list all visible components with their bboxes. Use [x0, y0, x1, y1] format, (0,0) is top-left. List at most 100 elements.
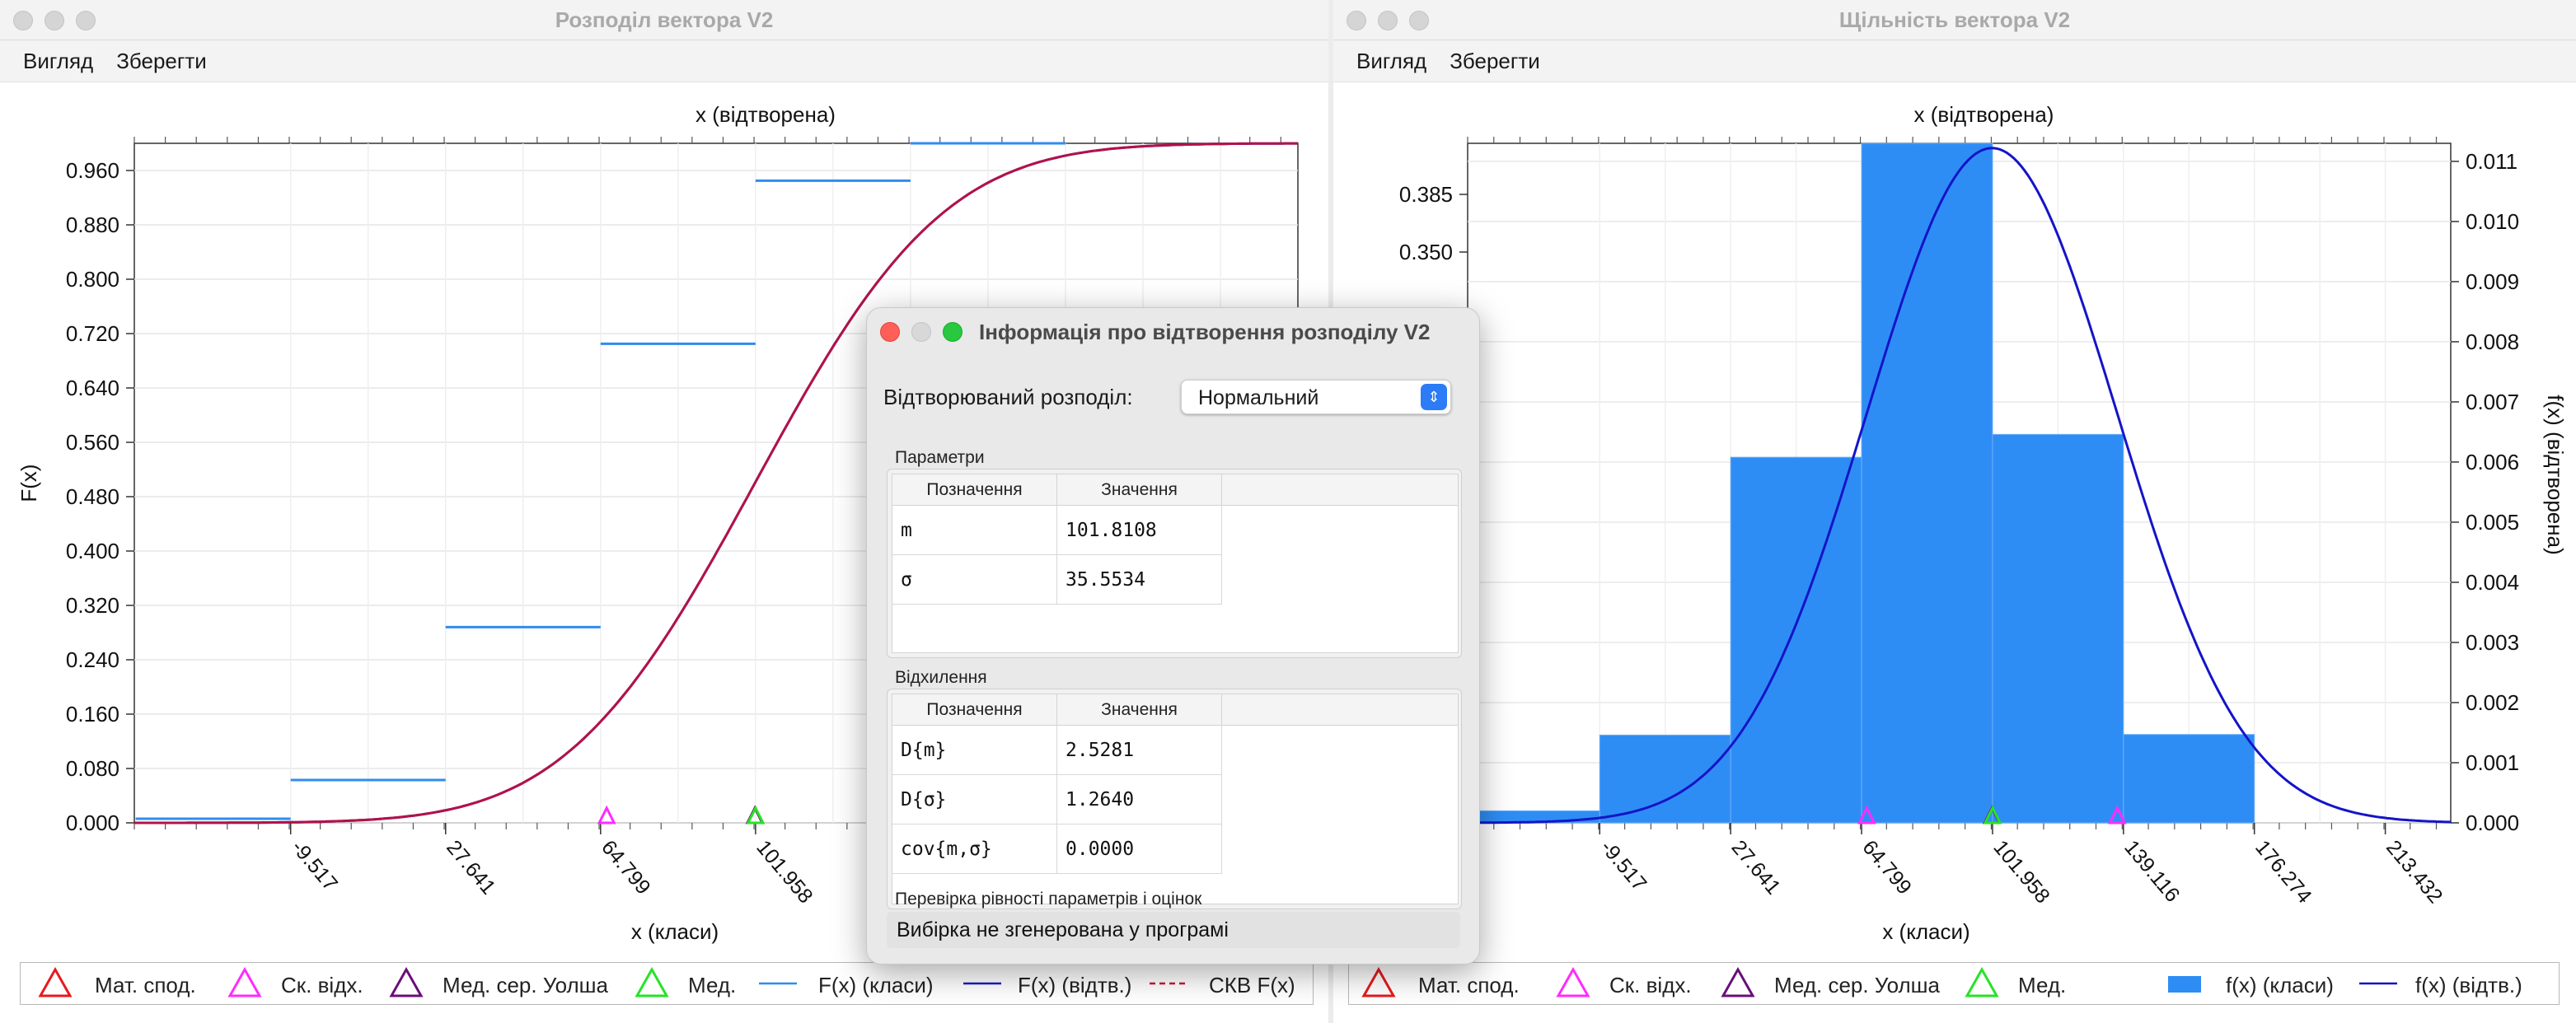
top-axis-label: x (відтворена): [696, 102, 836, 127]
legend-label: СКВ F(x): [1209, 973, 1295, 997]
legend-triangle: [227, 966, 262, 997]
x-tick-label: 101.958: [1988, 836, 2054, 908]
legend-label: F(x) (класи): [818, 973, 934, 997]
y-right-tick-label: 0.008: [2466, 329, 2519, 354]
table-row[interactable]: D{m} 2.5281: [892, 726, 1222, 775]
menu-save[interactable]: Зберегти: [1438, 40, 1552, 82]
param-symbol: σ: [892, 555, 1057, 605]
table-row[interactable]: D{σ} 1.2640: [892, 775, 1222, 824]
y-tick-label: 0.480: [66, 484, 119, 509]
triangle-symbol: [1965, 966, 1999, 997]
x-tick-label: 139.116: [2119, 836, 2184, 907]
params-group: Позначення Значення m 101.8108 σ 35.5534: [887, 469, 1462, 658]
y-tick-label: 0.560: [66, 430, 119, 455]
deviation-group-label: Відхилення: [895, 668, 987, 687]
triangle-symbol: [635, 966, 669, 997]
legend-swatch: [2168, 976, 2201, 993]
column-header-symbol[interactable]: Позначення: [892, 694, 1057, 726]
y-tick-label: 0.960: [66, 158, 119, 183]
minimize-button[interactable]: [1378, 11, 1398, 30]
x-tick-label: 64.799: [1857, 836, 1916, 899]
params-table[interactable]: Позначення Значення m 101.8108 σ 35.5534: [892, 474, 1459, 653]
x-tick-label: 64.799: [597, 836, 655, 899]
minimize-button[interactable]: [44, 11, 64, 30]
deviation-group: Позначення Значення D{m} 2.5281 D{σ} 1.2…: [887, 689, 1462, 909]
y-right-tick-label: 0.005: [2466, 510, 2519, 535]
param-value: 101.8108: [1057, 506, 1222, 555]
histogram-bar: [1992, 433, 2124, 824]
deviation-table[interactable]: Позначення Значення D{m} 2.5281 D{σ} 1.2…: [892, 694, 1459, 904]
dash-symbol: [1150, 982, 1187, 985]
dialog-title[interactable]: Інформація про відтворення розподілу V2: [867, 308, 1479, 356]
table-row[interactable]: σ 35.5534: [892, 555, 1222, 605]
y-right-tick-label: 0.006: [2466, 450, 2519, 474]
rect-symbol: [2168, 976, 2201, 993]
column-header-empty: [1222, 474, 1458, 506]
legend-label: f(x) (класи): [2226, 973, 2334, 997]
line-symbol: [2359, 982, 2397, 985]
density-chart[interactable]: 0.000 0.001 0.002 0.003 0.004 0.005 0.006 0.007…: [1333, 82, 2576, 955]
y-left-tick-label: 0.385: [1399, 182, 1453, 207]
y-right-axis-label: f(x) (відтворена): [2543, 395, 2568, 554]
window-controls: [1347, 11, 1440, 35]
deviation-symbol: cov{m,σ}: [892, 824, 1057, 874]
column-header-symbol[interactable]: Позначення: [892, 474, 1057, 506]
y-tick-label: 0.080: [66, 756, 119, 781]
deviation-value: 0.0000: [1057, 824, 1222, 874]
check-group-label: Перевірка рівності параметрів і оцінок: [895, 890, 1202, 909]
menu-view[interactable]: Вигляд: [1333, 40, 1438, 82]
y-right-tick-label: 0.004: [2466, 570, 2519, 595]
titlebar[interactable]: Розподіл вектора V2: [0, 0, 1328, 40]
y-right-tick-label: 0.009: [2466, 269, 2519, 294]
x-tick-label: 27.641: [442, 836, 500, 899]
legend-triangle: [1361, 966, 1396, 997]
distribution-select[interactable]: Нормальний ⇕: [1181, 380, 1451, 414]
x-axis-label: x (класи): [1882, 919, 1969, 944]
top-axis-label: x (відтворена): [1914, 102, 2054, 127]
triangle-symbol: [1721, 966, 1755, 997]
y-right-tick-label: 0.010: [2466, 209, 2519, 234]
y-tick-label: 0.800: [66, 267, 119, 292]
y-tick-label: 0.240: [66, 647, 119, 672]
triangle-symbol: [1361, 966, 1396, 997]
x-tick-label: 27.641: [1727, 836, 1786, 899]
y-tick-label: 0.400: [66, 539, 119, 563]
line-symbol: [963, 982, 1001, 985]
column-header-value[interactable]: Значення: [1057, 474, 1222, 506]
histogram-bar: [1730, 456, 1862, 824]
legend-label: f(x) (відтв.): [2415, 973, 2522, 997]
titlebar[interactable]: Щільність вектора V2: [1333, 0, 2576, 40]
table-row[interactable]: cov{m,σ} 0.0000: [892, 824, 1222, 874]
triangle-symbol: [389, 966, 424, 997]
y-left-tick-label: 0.350: [1399, 240, 1453, 264]
triangle-symbol: [1556, 966, 1590, 997]
menu-view[interactable]: Вигляд: [0, 40, 105, 82]
close-button[interactable]: [1347, 11, 1366, 30]
legend-triangle: [1721, 966, 1755, 997]
table-row[interactable]: m 101.8108: [892, 506, 1222, 555]
legend-label: Мат. спод.: [95, 973, 196, 997]
y-right-tick-label: 0.001: [2466, 750, 2519, 775]
window-title: Розподіл вектора V2: [555, 7, 774, 32]
column-header-value[interactable]: Значення: [1057, 694, 1222, 726]
y-tick-label: 0.880: [66, 213, 119, 237]
x-tick-label: 101.958: [752, 836, 817, 908]
legend-triangle: [635, 966, 669, 997]
menu-bar: Вигляд Зберегти: [1333, 40, 2576, 82]
y-tick-label: 0.160: [66, 702, 119, 726]
distribution-label: Відтворюваний розподіл:: [883, 385, 1133, 409]
x-tick-label: -9.517: [1596, 836, 1651, 895]
legend-label: F(x) (відтв.): [1018, 973, 1132, 997]
legend: Мат. спод. Ск. відх. Мед. сер. Уолша Мед. f(…: [1348, 962, 2560, 1005]
x-tick-label: 213.432: [2382, 836, 2447, 908]
menu-save[interactable]: Зберегти: [105, 40, 218, 82]
menu-bar: Вигляд Зберегти: [0, 40, 1328, 82]
legend-label: Мат. спод.: [1418, 973, 1520, 997]
legend-triangle: [389, 966, 424, 997]
close-button[interactable]: [13, 11, 33, 30]
legend-label: Мед. сер. Уолша: [1774, 973, 1940, 997]
check-result-box: Вибірка не згенерована у програмі: [887, 912, 1460, 948]
legend-label: Мед.: [2018, 973, 2067, 997]
zoom-button[interactable]: [76, 11, 96, 30]
zoom-button[interactable]: [1409, 11, 1429, 30]
